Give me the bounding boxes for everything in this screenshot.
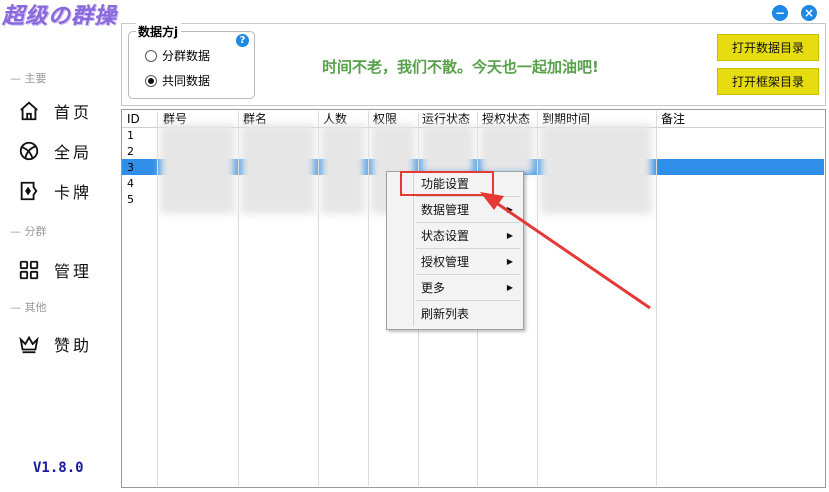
radio-shared-data[interactable]: 共同数据 (145, 72, 210, 89)
redacted-cell (321, 124, 365, 214)
globe-icon (19, 141, 39, 161)
data-source-title: 数据方j (136, 23, 182, 40)
sidebar-item-label: 卡牌 (54, 183, 93, 202)
sidebar-item-label: 赞助 (54, 336, 93, 355)
redacted-cell (421, 124, 474, 174)
minimize-button[interactable]: − (772, 5, 788, 21)
radio-group-data[interactable]: 分群数据 (145, 47, 210, 64)
sidebar-section-other: — 其他 (10, 301, 47, 314)
radio-label: 共同数据 (162, 74, 211, 88)
app-logo: 超级の群操 (2, 3, 118, 29)
table-row-id[interactable]: 1 (127, 128, 134, 144)
annotation-arrow-icon (480, 192, 651, 310)
sidebar-item-cards[interactable]: 卡牌 (18, 176, 92, 206)
radio-button-selected[interactable] (145, 74, 157, 87)
slogan-text: 时间不老，我们不散。今天也一起加油吧! (322, 58, 599, 76)
menu-item-label: 数据管理 (421, 203, 470, 217)
sidebar-section-main: — 主要 (10, 72, 47, 85)
sidebar-item-label: 管理 (54, 262, 93, 281)
sidebar-item-sponsor[interactable]: 赞助 (18, 329, 92, 359)
redacted-cell (241, 124, 315, 214)
home-icon (20, 101, 38, 121)
grid-icon (19, 260, 39, 280)
help-icon[interactable]: ? (236, 34, 249, 47)
open-data-dir-button[interactable]: 打开数据目录 (717, 34, 819, 61)
redacted-cell (480, 124, 534, 174)
open-frame-dir-button[interactable]: 打开框架目录 (717, 68, 819, 95)
menu-item-label: 更多 (421, 281, 446, 295)
card-icon (20, 181, 38, 201)
sidebar-item-label: 全局 (54, 143, 93, 162)
column-header-id[interactable]: ID (127, 111, 140, 127)
table-row-id[interactable]: 3 (127, 160, 134, 176)
radio-button[interactable] (145, 49, 157, 62)
sidebar-section-group: — 分群 (10, 225, 47, 238)
column-divider (157, 111, 158, 486)
sidebar-item-manage[interactable]: 管理 (18, 255, 92, 285)
close-button[interactable]: × (801, 5, 817, 21)
sidebar-item-home[interactable]: 首页 (18, 96, 92, 126)
radio-label: 分群数据 (162, 49, 211, 63)
column-divider (318, 111, 319, 486)
crown-icon (19, 335, 39, 354)
sidebar-item-label: 首页 (54, 103, 93, 122)
version-label: V1.8.0 (33, 460, 84, 476)
redacted-cell (160, 124, 235, 214)
sidebar-item-global[interactable]: 全局 (18, 136, 92, 166)
menu-item-label: 刷新列表 (421, 307, 470, 321)
menu-item-label: 授权管理 (421, 255, 470, 269)
column-divider (368, 111, 369, 486)
table-row-id[interactable]: 4 (127, 176, 134, 192)
column-divider (238, 111, 239, 486)
menu-item-label: 状态设置 (421, 229, 470, 243)
column-header-notes[interactable]: 备注 (661, 111, 685, 127)
table-row-id[interactable]: 2 (127, 144, 134, 160)
table-row-id[interactable]: 5 (127, 192, 134, 208)
